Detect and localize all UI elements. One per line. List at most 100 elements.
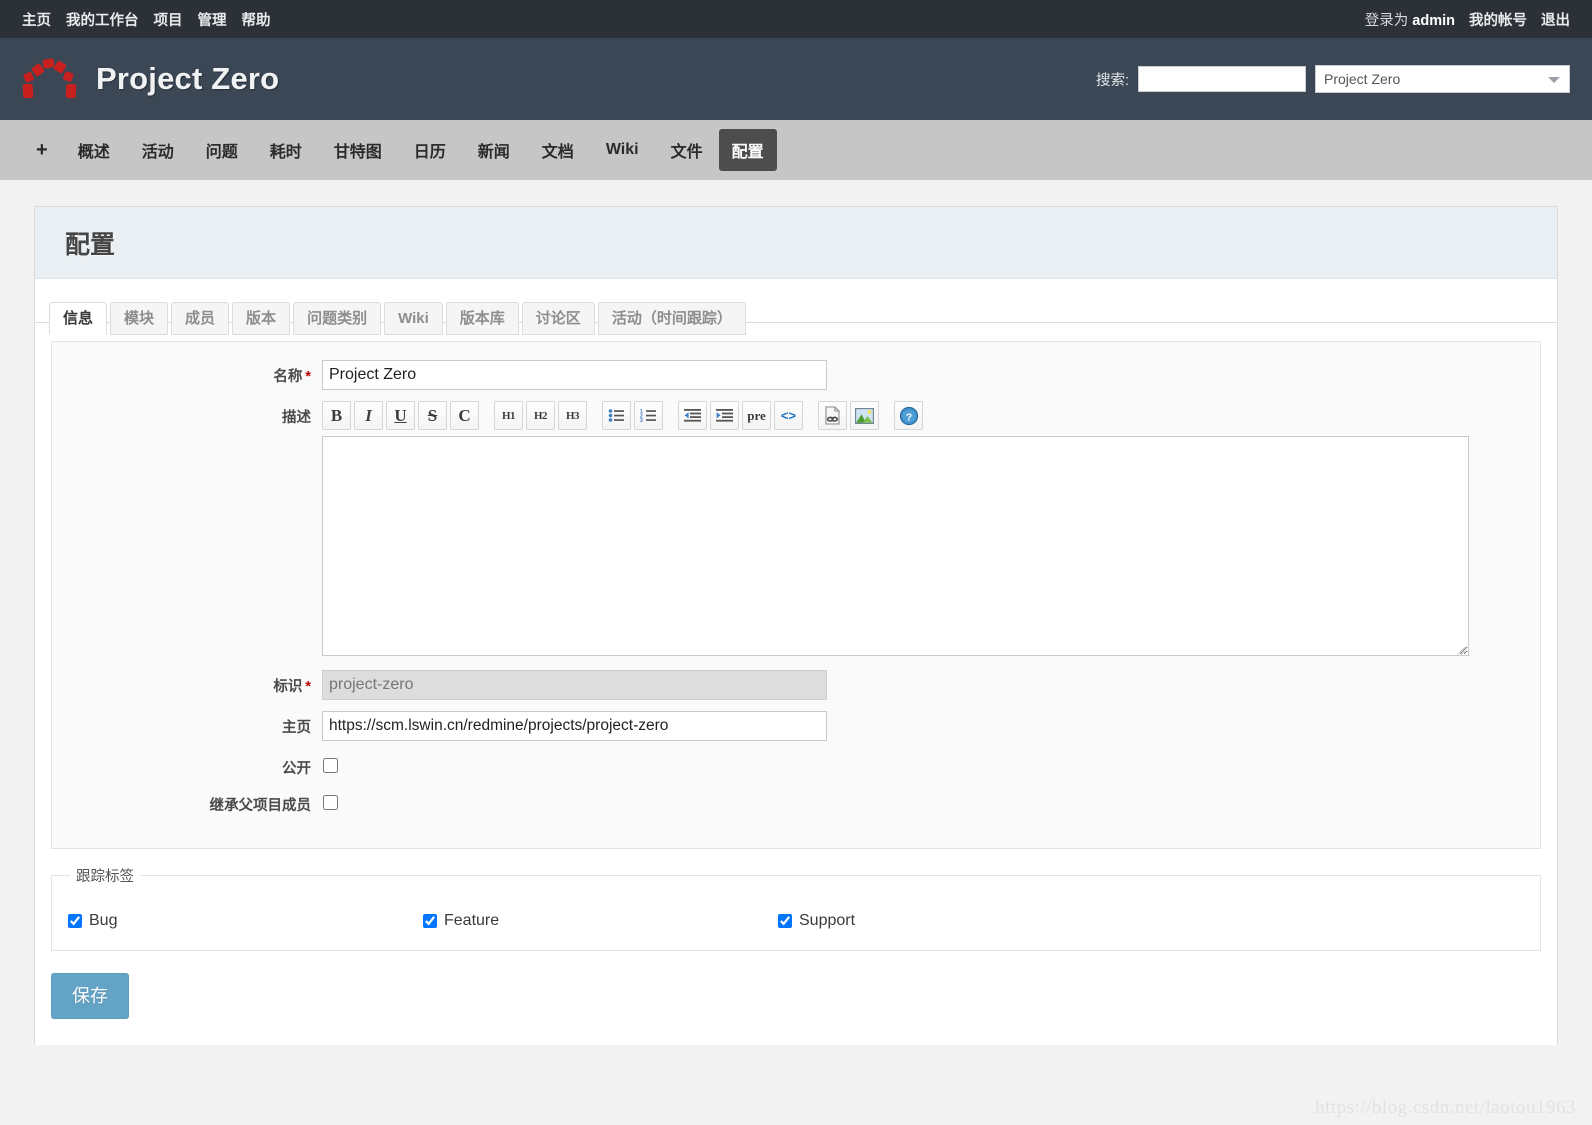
tracker-feature-checkbox[interactable]: [423, 914, 437, 928]
logout-link[interactable]: 退出: [1541, 9, 1570, 30]
code-tag-icon[interactable]: <>: [774, 401, 803, 430]
is-public-checkbox[interactable]: [323, 758, 338, 773]
homepage-control: [322, 711, 1526, 741]
project-homepage-input[interactable]: [322, 711, 827, 741]
description-label: 描述: [282, 410, 311, 426]
h2-glyph: H2: [533, 409, 548, 422]
indent-icon[interactable]: [710, 401, 739, 430]
page-header: Project Zero 搜索: Project Zero: [0, 38, 1592, 120]
main-menu-item-activity[interactable]: 活动: [126, 130, 190, 170]
field-row-inherit-members: 继承父项目成员: [66, 789, 1526, 815]
tracker-bug[interactable]: Bug: [68, 912, 423, 930]
project-settings-form: 名称* 描述 B I U S C H: [35, 341, 1557, 1045]
tab-repositories[interactable]: 版本库: [445, 302, 519, 335]
top-menu-item-home[interactable]: 主页: [22, 9, 51, 30]
project-description-textarea[interactable]: [322, 436, 1469, 656]
redmine-arch-logo-icon: [22, 57, 78, 101]
main-menu-item-documents[interactable]: 文档: [526, 130, 590, 170]
heading-2-icon[interactable]: H2: [526, 401, 555, 430]
description-textarea-container: [322, 436, 1469, 659]
tracker-checkbox-list: Bug Feature Support: [68, 912, 1524, 930]
preformatted-icon[interactable]: pre: [742, 401, 771, 430]
tab-issue-categories[interactable]: 问题类别: [293, 302, 382, 335]
tab-modules[interactable]: 模块: [110, 302, 169, 335]
tracker-bug-label: Bug: [89, 912, 118, 929]
identifier-required-marker: *: [305, 679, 311, 695]
name-label-text: 名称: [273, 369, 303, 385]
svg-text:?: ?: [905, 411, 911, 423]
textarea-resize-handle[interactable]: [1456, 646, 1466, 656]
watermark-text: https://blog.csdn.net/laotou1963: [1315, 1097, 1576, 1118]
top-menu-item-help[interactable]: 帮助: [242, 9, 271, 30]
field-row-homepage: 主页: [66, 711, 1526, 741]
svg-text:3: 3: [640, 418, 643, 423]
underline-icon[interactable]: U: [386, 401, 415, 430]
project-attributes-box: 名称* 描述 B I U S C H: [51, 341, 1541, 849]
project-identifier-input: [322, 670, 827, 700]
italic-icon[interactable]: I: [354, 401, 383, 430]
content-wrapper: 配置 信息 模块 成员 版本 问题类别 Wiki 版本库 讨论区 活动（时间跟踪…: [0, 180, 1592, 1045]
outdent-icon[interactable]: [678, 401, 707, 430]
top-menu-item-administration[interactable]: 管理: [198, 9, 227, 30]
name-control: [322, 360, 1526, 390]
is-public-control: [322, 752, 1526, 773]
main-menu-item-settings[interactable]: 配置: [718, 129, 777, 171]
strikethrough-icon[interactable]: S: [418, 401, 447, 430]
main-menu-item-news[interactable]: 新闻: [462, 130, 526, 170]
main-menu-item-wiki[interactable]: Wiki: [590, 133, 655, 167]
project-title: Project Zero: [96, 61, 280, 96]
tracker-feature-label: Feature: [444, 912, 500, 929]
main-menu-item-calendar[interactable]: 日历: [398, 130, 462, 170]
trackers-fieldset: 跟踪标签 Bug Feature Support: [51, 865, 1541, 951]
quick-search: 搜索: Project Zero: [1096, 65, 1570, 93]
search-label: 搜索:: [1095, 72, 1129, 89]
tab-info[interactable]: 信息: [49, 302, 108, 335]
unordered-list-icon[interactable]: [602, 401, 631, 430]
project-main-menu: + 概述 活动 问题 耗时 甘特图 日历 新闻 文档 Wiki 文件 配置: [0, 120, 1592, 180]
link-icon[interactable]: [818, 401, 847, 430]
my-account-link[interactable]: 我的帐号: [1469, 9, 1527, 30]
heading-1-icon[interactable]: H1: [494, 401, 523, 430]
image-icon[interactable]: [850, 401, 879, 430]
wiki-toolbar: B I U S C H1 H2 H3 1 2 3 pre <> ?: [322, 401, 1526, 430]
tab-versions[interactable]: 版本: [232, 302, 291, 335]
tracker-support[interactable]: Support: [778, 912, 1133, 930]
inherit-members-checkbox[interactable]: [323, 795, 338, 810]
trackers-legend: 跟踪标签: [76, 869, 134, 885]
tracker-feature[interactable]: Feature: [423, 912, 778, 930]
bold-icon[interactable]: B: [322, 401, 351, 430]
pre-glyph: pre: [747, 407, 766, 423]
name-label: 名称 *: [66, 360, 322, 386]
heading-3-icon[interactable]: H3: [558, 401, 587, 430]
logged-as-username: admin: [1412, 12, 1455, 29]
ordered-list-icon[interactable]: 123: [634, 401, 663, 430]
main-menu-item-overview[interactable]: 概述: [62, 130, 126, 170]
identifier-label: 标识 *: [66, 670, 322, 696]
add-new-object-button[interactable]: +: [22, 133, 62, 168]
main-menu-item-spent-time[interactable]: 耗时: [254, 130, 318, 170]
search-input[interactable]: [1138, 66, 1306, 92]
search-scope-select[interactable]: Project Zero: [1315, 65, 1570, 93]
project-name-input[interactable]: [322, 360, 827, 390]
help-icon[interactable]: ?: [894, 401, 923, 430]
top-menu-item-my-page[interactable]: 我的工作台: [66, 9, 139, 30]
name-required-marker: *: [305, 369, 311, 385]
tab-activities[interactable]: 活动（时间跟踪）: [597, 302, 746, 335]
field-row-description: 描述 B I U S C H1 H2 H3 1 2 3 pre <> ?: [66, 401, 1526, 659]
main-menu-item-files[interactable]: 文件: [655, 130, 719, 170]
main-menu-item-gantt[interactable]: 甘特图: [318, 130, 398, 170]
tracker-support-checkbox[interactable]: [778, 914, 792, 928]
inherit-members-label: 继承父项目成员: [209, 798, 312, 814]
main-menu-item-issues[interactable]: 问题: [190, 130, 254, 170]
tab-boards[interactable]: 讨论区: [521, 302, 595, 335]
logged-as-text: 登录为 admin: [1365, 9, 1455, 30]
top-menu-item-projects[interactable]: 项目: [154, 9, 183, 30]
inline-code-icon[interactable]: C: [450, 401, 479, 430]
tab-members[interactable]: 成员: [171, 302, 230, 335]
tab-wiki[interactable]: Wiki: [384, 302, 443, 335]
is-public-label: 公开: [282, 761, 311, 777]
page-title: 配置: [65, 230, 116, 259]
field-row-is-public: 公开: [66, 752, 1526, 778]
save-button[interactable]: 保存: [51, 973, 129, 1019]
tracker-bug-checkbox[interactable]: [68, 914, 82, 928]
